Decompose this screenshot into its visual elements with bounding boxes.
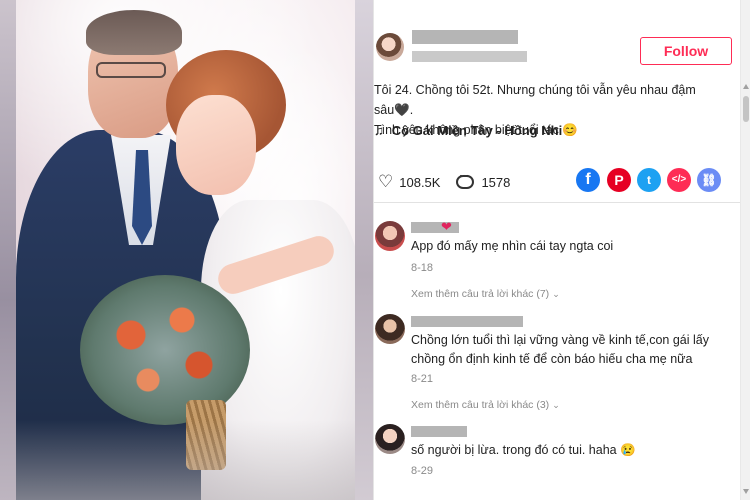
twitter-share-icon[interactable]: t — [637, 168, 661, 192]
copy-link-icon[interactable]: ⛓ — [697, 168, 721, 192]
scrollbar-thumb[interactable] — [743, 96, 749, 122]
follow-button[interactable]: Follow — [640, 37, 732, 65]
view-more-replies[interactable]: Xem thêm câu trả lời khác (3) ⌄ — [411, 399, 560, 411]
commenter-name-redacted — [411, 426, 467, 437]
comment-text: số người bị lừa. trong đó có tui. haha 😢 — [411, 443, 636, 457]
comment-avatar[interactable] — [375, 221, 405, 251]
view-more-replies[interactable]: Xem thêm câu trả lời khác (7) ⌄ — [411, 288, 560, 300]
author-name-redacted — [412, 30, 518, 44]
chevron-down-icon: ⌄ — [552, 289, 560, 299]
comment-panel: Follow Tôi 24. Chồng tôi 52t. Nhưng chún… — [373, 0, 750, 500]
comment-text: App đó mấy mẹ nhìn cái tay ngta coi — [411, 239, 614, 253]
comment-text-line-2: chồng ổn định kinh tế để còn báo hiếu ch… — [411, 352, 693, 366]
chevron-down-icon: ⌄ — [552, 400, 560, 410]
caption-line-1: Tôi 24. Chồng tôi 52t. Nhưng chúng tôi v… — [374, 83, 696, 117]
comment-avatar[interactable] — [375, 424, 405, 454]
heart-icon[interactable]: ♡ — [378, 172, 393, 192]
comment-icon[interactable] — [456, 171, 475, 189]
photo-bottom-fade — [16, 420, 355, 500]
divider — [374, 202, 741, 203]
blurred-left-edge — [0, 0, 16, 500]
like-count: 108.5K — [399, 174, 441, 190]
music-title: Cô Gái Miền Tây - Hồng Nhi — [391, 123, 563, 138]
video-player[interactable] — [0, 0, 373, 500]
comment-text-line-1: Chồng lớn tuổi thì lại vững vàng về kinh… — [411, 333, 709, 347]
scroll-down-arrow-icon[interactable] — [743, 489, 749, 494]
author-avatar[interactable] — [376, 33, 404, 61]
commenter-name-redacted — [411, 316, 523, 327]
view-more-replies-label: Xem thêm câu trả lời khác (7) — [411, 288, 550, 300]
scrollbar[interactable] — [740, 0, 750, 500]
scroll-up-arrow-icon[interactable] — [743, 84, 749, 89]
author-handle-redacted — [412, 51, 527, 62]
music-note-icon: ♫ — [374, 123, 384, 138]
facebook-share-icon[interactable]: f — [576, 168, 600, 192]
comment-date: 8-29 — [411, 465, 434, 477]
comment-text: Chồng lớn tuổi thì lại vững vàng về kinh… — [411, 331, 721, 369]
embed-share-icon[interactable]: </> — [667, 168, 691, 192]
wedding-photo — [16, 0, 355, 500]
view-more-replies-label: Xem thêm câu trả lời khác (3) — [411, 399, 550, 411]
post-stats: ♡ 108.5K 1578 — [378, 171, 511, 192]
comment-avatar[interactable] — [375, 314, 405, 344]
blurred-right-edge — [355, 0, 373, 500]
groom-hair — [86, 10, 182, 55]
comment-date: 8-18 — [411, 262, 434, 274]
bride-face — [176, 95, 256, 195]
groom-glasses — [96, 62, 166, 78]
comment-date: 8-21 — [411, 373, 434, 385]
comment-count: 1578 — [481, 174, 511, 190]
heart-emoji-icon: ❤ — [441, 219, 452, 234]
pinterest-share-icon[interactable]: P — [607, 168, 631, 192]
music-link[interactable]: ♫ Cô Gái Miền Tây - Hồng Nhi — [374, 123, 562, 138]
